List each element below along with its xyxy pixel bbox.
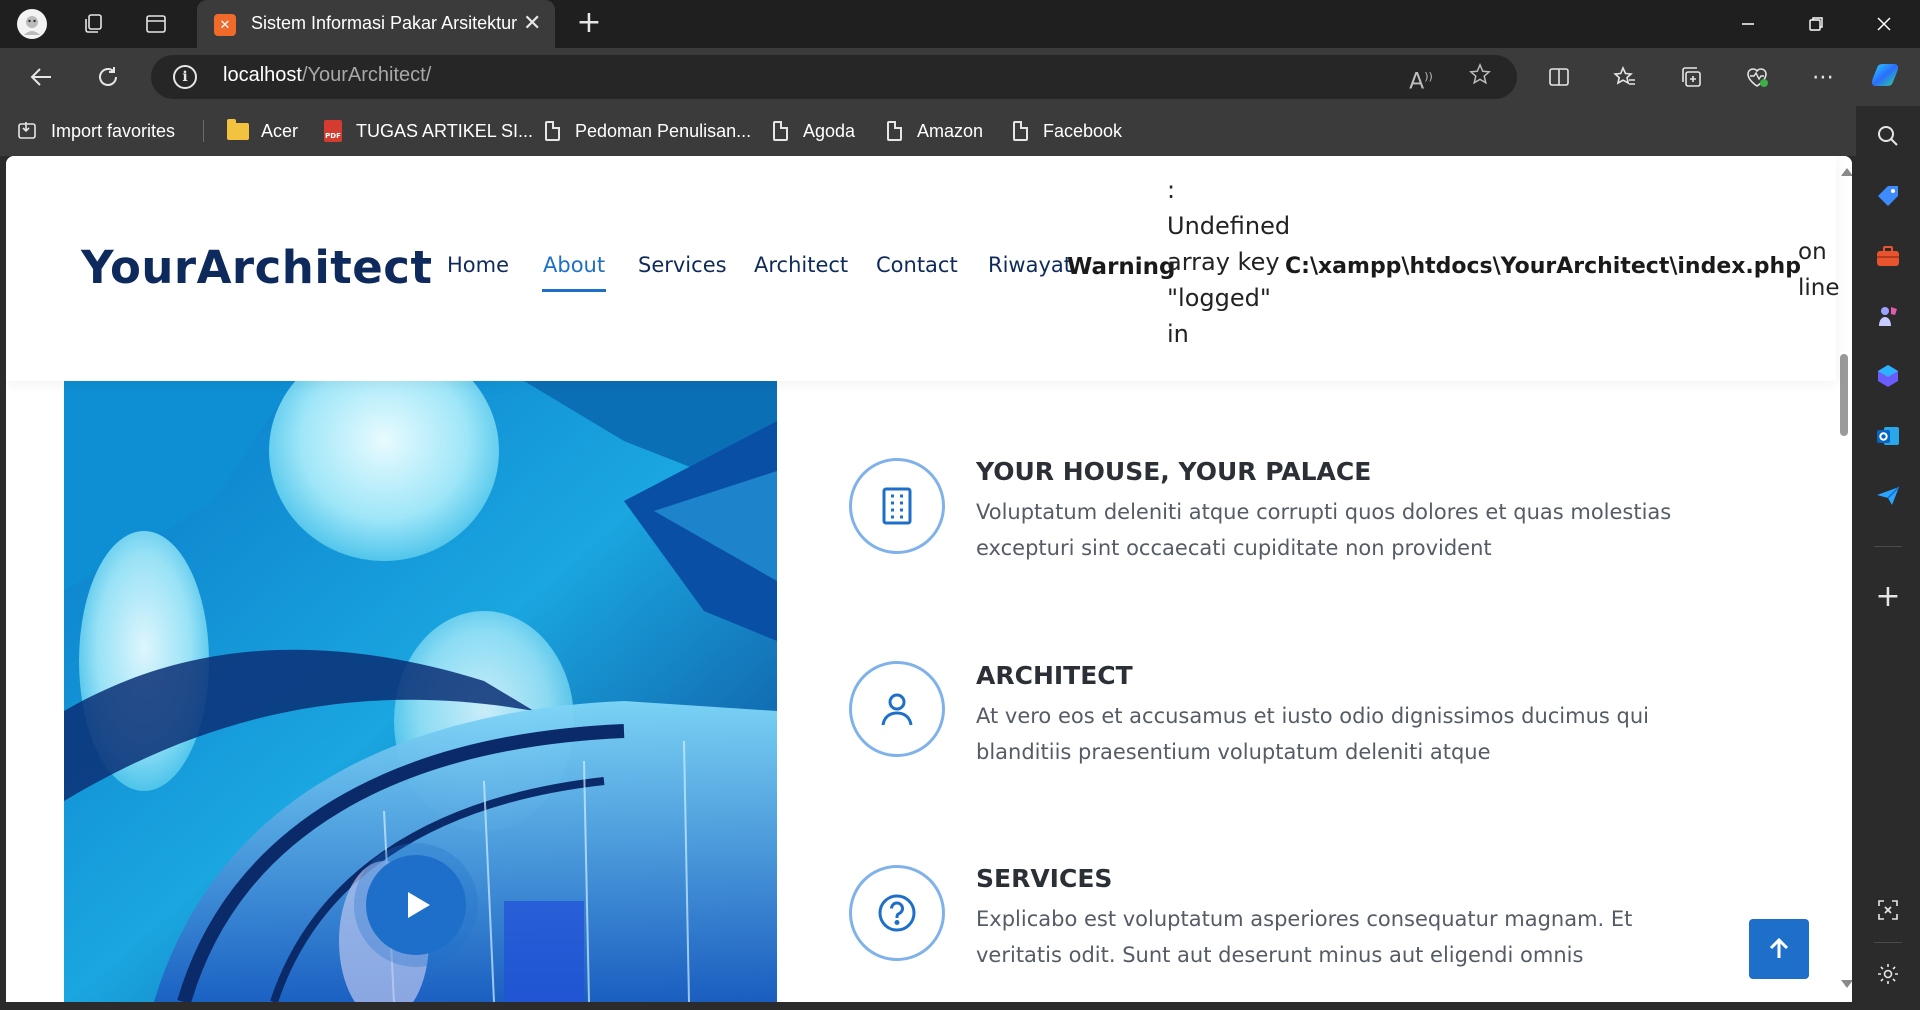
feature-title: ARCHITECT	[976, 661, 1133, 690]
microsoft-365-icon[interactable]	[1872, 360, 1904, 392]
shopping-tag-icon[interactable]	[1872, 180, 1904, 212]
help-circle-icon	[849, 865, 945, 961]
search-icon[interactable]	[1872, 120, 1904, 152]
nav-about[interactable]: About	[543, 253, 605, 277]
tab-actions-icon[interactable]	[140, 8, 172, 40]
bookmark-amazon[interactable]: Amazon	[883, 118, 983, 144]
import-icon	[17, 120, 39, 142]
favorites-icon[interactable]	[1608, 60, 1642, 94]
browser-tab-active[interactable]: ✕ Sistem Informasi Pakar Arsitektur ✕	[197, 0, 555, 48]
nav-contact[interactable]: Contact	[876, 253, 958, 277]
bookmark-pedoman-penulisan[interactable]: Pedoman Penulisan...	[541, 118, 751, 144]
address-bar[interactable]: i localhost/YourArchitect/ A))	[151, 55, 1517, 99]
screenshot-capture-icon[interactable]	[1872, 894, 1904, 926]
feature-title: YOUR HOUSE, YOUR PALACE	[976, 457, 1372, 486]
nav-riwayat[interactable]: Riwayat	[988, 253, 1072, 277]
profile-avatar-icon[interactable]	[16, 8, 48, 40]
bookmark-acer[interactable]: Acer	[227, 118, 298, 144]
tab-title: Sistem Informasi Pakar Arsitektur	[251, 13, 518, 33]
nav-active-indicator	[542, 289, 606, 292]
feature-title: SERVICES	[976, 864, 1113, 893]
bookmark-facebook[interactable]: Facebook	[1009, 118, 1122, 144]
more-options-icon[interactable]: ⋯	[1806, 60, 1840, 94]
building-icon	[849, 458, 945, 554]
user-icon	[849, 661, 945, 757]
php-warning-line: in	[1167, 320, 1189, 348]
browser-toolbar: i localhost/YourArchitect/ A)) ⋯	[0, 48, 1920, 106]
php-warning-tail: line	[1798, 275, 1840, 301]
send-plane-icon[interactable]	[1872, 480, 1904, 512]
edge-sidebar: +	[1856, 106, 1920, 1010]
page-icon	[544, 121, 560, 141]
scroll-down-arrow-icon[interactable]	[1841, 980, 1852, 988]
php-warning-line: Undefined	[1167, 212, 1291, 240]
feature-description: Explicabo est voluptatum asperiores cons…	[976, 907, 1633, 967]
php-warning-file: C:\xampp\htdocs\YourArchitect\index.php	[1285, 254, 1801, 279]
url-text[interactable]: localhost/YourArchitect/	[223, 64, 431, 87]
pdf-icon: PDF	[324, 120, 342, 142]
page-icon	[1012, 121, 1028, 141]
page-icon	[886, 121, 902, 141]
play-video-button[interactable]	[366, 855, 466, 955]
feature-description: Voluptatum deleniti atque corrupti quos …	[976, 500, 1672, 560]
tab-bar: ✕ Sistem Informasi Pakar Arsitektur ✕ +	[0, 0, 1920, 48]
bookmark-agoda[interactable]: Agoda	[769, 118, 855, 144]
page-viewport: YourArchitect Home About Services Archit…	[6, 156, 1852, 1002]
minimize-icon[interactable]	[1728, 10, 1768, 38]
favorites-bar: Import favorites Acer PDF TUGAS ARTIKEL …	[0, 106, 1920, 156]
split-screen-icon[interactable]	[1542, 60, 1576, 94]
php-warning-colon: :	[1167, 176, 1176, 204]
read-aloud-icon[interactable]: A))	[1406, 63, 1436, 94]
close-tab-icon[interactable]: ✕	[523, 11, 541, 36]
browser-essentials-icon[interactable]	[1740, 60, 1774, 94]
tools-briefcase-icon[interactable]	[1872, 240, 1904, 272]
php-warning-label: Warning	[1067, 254, 1176, 280]
php-warning-line: array key	[1167, 248, 1280, 276]
site-header: YourArchitect Home About Services Archit…	[6, 156, 1840, 381]
restore-icon[interactable]	[1796, 10, 1836, 38]
scrollbar-thumb[interactable]	[1840, 354, 1848, 436]
page-icon	[772, 121, 788, 141]
folder-icon	[227, 118, 249, 140]
add-sidebar-app-icon[interactable]: +	[1872, 579, 1904, 614]
new-tab-button[interactable]: +	[572, 6, 606, 40]
scroll-up-arrow-icon[interactable]	[1841, 168, 1852, 176]
back-to-top-button[interactable]	[1749, 919, 1809, 979]
favorite-star-icon[interactable]	[1465, 62, 1495, 91]
workspaces-icon[interactable]	[78, 8, 110, 40]
php-warning-tail: on	[1798, 239, 1827, 265]
collections-icon[interactable]	[1674, 60, 1708, 94]
back-icon[interactable]	[24, 60, 60, 94]
bookmark-divider	[203, 120, 204, 142]
outlook-icon[interactable]	[1872, 420, 1904, 452]
nav-architect[interactable]: Architect	[754, 253, 848, 277]
bookmark-import-favorites[interactable]: Import favorites	[17, 118, 175, 144]
refresh-icon[interactable]	[90, 60, 126, 94]
site-logo[interactable]: YourArchitect	[81, 241, 432, 294]
nav-home[interactable]: Home	[447, 253, 509, 277]
games-chess-icon[interactable]	[1872, 300, 1904, 332]
close-window-icon[interactable]	[1864, 10, 1904, 38]
settings-gear-icon[interactable]	[1872, 958, 1904, 990]
feature-description: At vero eos et accusamus et iusto odio d…	[976, 704, 1649, 764]
sidebar-divider	[1874, 546, 1902, 547]
copilot-icon[interactable]	[1868, 60, 1902, 94]
play-icon	[408, 892, 430, 918]
xampp-icon: ✕	[214, 14, 236, 36]
php-warning-line: "logged"	[1167, 284, 1271, 312]
site-info-icon[interactable]: i	[173, 65, 197, 89]
nav-services[interactable]: Services	[638, 253, 727, 277]
sidebar-divider	[1874, 942, 1902, 943]
bookmark-tugas-artikel[interactable]: PDF TUGAS ARTIKEL SI...	[322, 118, 533, 144]
